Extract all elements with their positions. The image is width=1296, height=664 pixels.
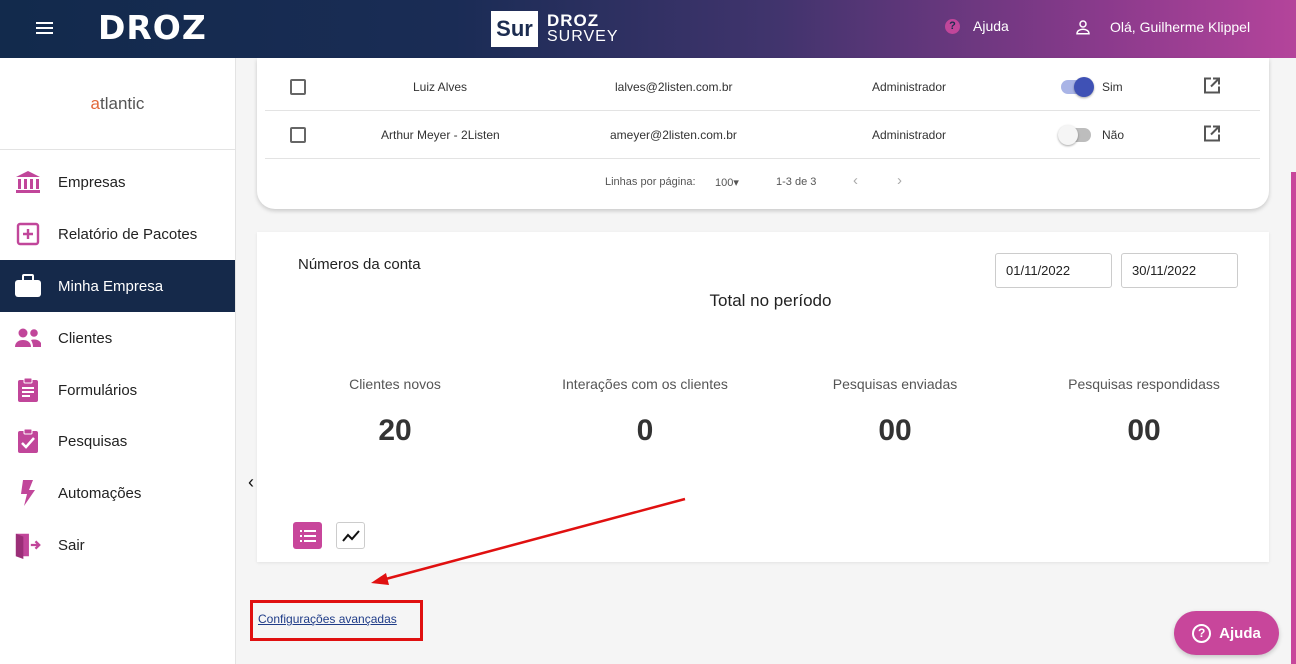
product-name-line2: SURVEY [547,28,619,45]
pagination-range: 1-3 de 3 [776,176,817,188]
table-row: Luiz Alves lalves@2listen.com.br Adminis… [265,63,1260,111]
sidebar-item-clientes[interactable]: Clientes [0,312,235,364]
metric-interactions: Interações com os clientes 0 [520,376,770,448]
organization-name: a tlantic [0,58,235,150]
metric-label: Clientes novos [349,376,441,392]
users-table-card: Luiz Alves lalves@2listen.com.br Adminis… [257,58,1269,209]
user-menu[interactable]: Olá, Guilherme Klippel [1074,18,1250,36]
prev-page-icon[interactable]: ‹ [853,172,858,189]
active-label: Não [1102,127,1125,142]
account-numbers-title: Números da conta [298,256,421,273]
users-icon [14,324,42,352]
hamburger-menu-icon[interactable] [36,19,54,39]
chart-view-button[interactable] [336,522,365,549]
help-button-label: Ajuda [1219,624,1261,642]
next-page-icon[interactable]: › [897,172,902,189]
sidebar-item-label: Formulários [58,381,138,399]
product-name-line1: DROZ [547,11,600,30]
brand-logo[interactable]: DROZ [98,8,207,47]
clipboard-check-icon [14,427,42,455]
user-email: ameyer@2listen.com.br [610,127,737,142]
sidebar-item-pesquisas[interactable]: Pesquisas [0,415,235,467]
sidebar-item-minha-empresa[interactable]: Minha Empresa [0,260,235,312]
org-name-rest: tlantic [100,93,145,113]
metric-value: 00 [1127,414,1161,447]
scrollbar[interactable] [1291,172,1296,664]
start-date-field[interactable]: 01/11/2022 [995,253,1112,288]
metric-new-clients: Clientes novos 20 [270,376,520,448]
help-circle-icon: ? [1192,623,1212,643]
metric-surveys-sent: Pesquisas enviadas 00 [770,376,1020,448]
sidebar-item-label: Relatório de Pacotes [58,225,198,243]
sidebar: a tlantic Empresas Relatório de Pacotes M… [0,58,236,664]
briefcase-icon [14,272,42,300]
sidebar-item-automacoes[interactable]: Automações [0,467,235,519]
sidebar-item-label: Empresas [58,173,126,191]
metric-value: 0 [636,414,654,447]
product-badge: Sur [491,11,538,47]
user-role: Administrador [872,127,947,142]
sidebar-item-label: Clientes [58,329,113,347]
rows-per-page-label: Linhas por página: [605,176,696,188]
lightning-icon [14,479,42,507]
org-name-prefix: a [90,93,101,113]
metric-surveys-answered: Pesquisas respondidass 00 [1019,376,1269,448]
help-floating-button[interactable]: ? Ajuda [1174,611,1279,655]
dropdown-arrow-icon: ▾ [733,177,739,189]
metric-value: 20 [378,414,412,447]
list-view-button[interactable] [293,522,322,549]
user-name: Arthur Meyer - 2Listen [381,127,500,142]
metric-label: Pesquisas respondidass [1068,376,1220,392]
user-role: Administrador [872,79,947,94]
metric-label: Pesquisas enviadas [832,376,958,392]
sidebar-item-label: Sair [58,536,85,554]
help-link[interactable]: ? Ajuda [945,18,1009,34]
active-toggle[interactable] [1058,124,1091,145]
bank-icon [14,168,42,196]
product-logo: Sur DROZ SURVEY [491,11,619,47]
trend-line-icon [341,529,360,542]
top-bar: DROZ Sur DROZ SURVEY ? Ajuda Olá, Guilhe… [0,0,1296,58]
active-label: Sim [1102,79,1123,94]
sidebar-item-relatorio-pacotes[interactable]: Relatório de Pacotes [0,208,235,260]
user-name: Luiz Alves [413,79,468,94]
help-label: Ajuda [973,18,1009,34]
period-title: Total no período [709,291,832,310]
account-numbers-card: Números da conta 01/11/2022 30/11/2022 T… [257,232,1269,562]
row-checkbox[interactable] [290,78,306,95]
metric-value: 00 [878,414,912,447]
open-external-icon[interactable] [1203,124,1221,145]
table-row: Arthur Meyer - 2Listen ameyer@2listen.co… [265,111,1260,159]
metric-label: Interações com os clientes [562,376,728,392]
user-email: lalves@2listen.com.br [615,79,733,94]
sidebar-item-label: Automações [58,484,142,502]
end-date-field[interactable]: 30/11/2022 [1121,253,1238,288]
plus-box-icon [14,220,42,248]
rows-per-page-value: 100 [715,177,734,189]
active-toggle[interactable] [1061,76,1094,97]
sidebar-item-label: Minha Empresa [58,277,164,295]
sidebar-item-label: Pesquisas [58,432,128,450]
advanced-settings-link[interactable]: Configurações avançadas [258,612,397,626]
clipboard-list-icon [14,376,42,404]
exit-door-icon [14,531,42,559]
rows-per-page-select[interactable]: 100▾ [715,176,739,189]
user-greeting: Olá, Guilherme Klippel [1110,19,1251,35]
row-checkbox[interactable] [290,126,306,143]
sidebar-item-empresas[interactable]: Empresas [0,156,235,208]
open-external-icon[interactable] [1203,76,1221,97]
help-circle-icon: ? [945,18,960,34]
sidebar-item-formularios[interactable]: Formulários [0,364,235,416]
list-icon [299,529,316,542]
sidebar-item-sair[interactable]: Sair [0,519,235,571]
collapse-sidebar-icon[interactable]: ‹ [248,472,254,493]
user-icon [1076,20,1090,35]
